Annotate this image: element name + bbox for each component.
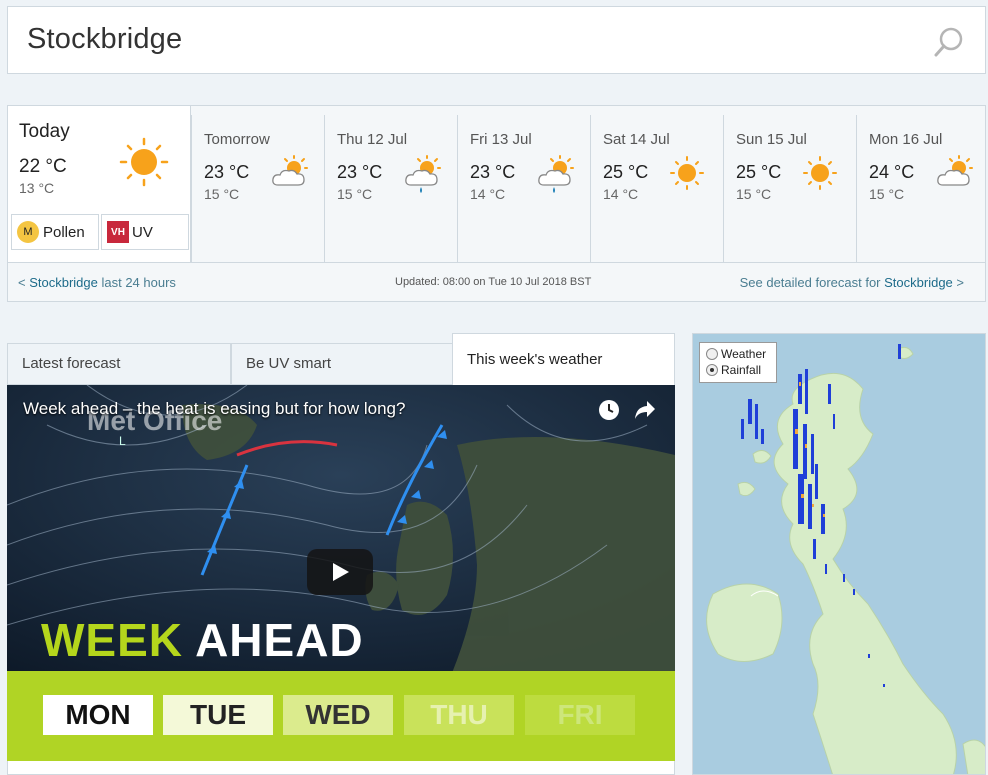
sun-icon <box>119 137 169 187</box>
pollen-chip[interactable]: M Pollen <box>11 214 99 250</box>
map-option-weather[interactable]: Weather <box>706 346 776 362</box>
sun-cloud-rain-icon <box>405 155 441 193</box>
day-card[interactable]: Mon 16 Jul 24 °C 15 °C <box>856 115 985 262</box>
weekday-box: THU <box>404 695 514 735</box>
week-ahead-banner: WEEK AHEAD <box>41 613 364 667</box>
link-prefix: See detailed forecast for <box>739 275 885 290</box>
content-tabs: Latest forecast Be UV smart This week's … <box>7 333 675 386</box>
day-low-temp: 14 °C <box>603 186 639 202</box>
link-place: Stockbridge <box>884 275 953 290</box>
day-name: Thu 12 Jul <box>337 131 408 148</box>
weather-option-label: Weather <box>721 347 767 361</box>
day-name: Tomorrow <box>204 131 270 148</box>
location-search-box[interactable]: Stockbridge <box>7 6 986 74</box>
sun-cloud-rain-icon <box>538 155 574 193</box>
day-low-temp: 15 °C <box>204 186 240 202</box>
link-prefix: < <box>18 275 30 290</box>
play-button[interactable] <box>307 549 373 595</box>
today-high-temp: 22 °C <box>19 156 67 177</box>
today-low-temp: 13 °C <box>19 180 55 196</box>
banner-word-ahead: AHEAD <box>195 614 364 666</box>
tab-be-uv-smart[interactable]: Be UV smart <box>231 343 453 385</box>
weather-radio[interactable] <box>706 348 718 360</box>
uv-level-badge: VH <box>107 221 129 243</box>
uk-map <box>706 344 985 774</box>
day-name: Fri 13 Jul <box>470 131 532 148</box>
sun-icon <box>803 156 837 190</box>
weekday-bar: MON TUE WED THU FRI <box>7 671 675 761</box>
day-card[interactable]: Thu 12 Jul 23 °C 15 °C <box>324 115 457 262</box>
link-suffix: last 24 hours <box>97 275 176 290</box>
tab-this-weeks-weather[interactable]: This week's weather <box>452 333 675 386</box>
day-high-temp: 23 °C <box>337 162 383 182</box>
uv-label: UV <box>132 223 153 241</box>
video-title[interactable]: Week ahead – the heat is easing but for … <box>23 399 405 419</box>
day-low-temp: 14 °C <box>470 186 506 202</box>
forecast-strip: Today 22 °C 13 °C M Pollen VH UV Tomorro… <box>7 105 986 302</box>
day-high-temp: 23 °C <box>470 162 516 182</box>
map-option-rainfall[interactable]: Rainfall <box>706 362 776 378</box>
day-card[interactable]: Fri 13 Jul 23 °C 14 °C <box>457 115 590 262</box>
day-card[interactable]: Sun 15 Jul 25 °C 15 °C <box>723 115 856 262</box>
day-high-temp: 24 °C <box>869 162 915 182</box>
today-title: Today <box>19 121 70 142</box>
search-icon[interactable] <box>933 26 965 58</box>
play-icon <box>333 563 349 581</box>
detailed-forecast-link[interactable]: See detailed forecast for Stockbridge > <box>740 275 964 290</box>
watch-later-icon[interactable] <box>598 399 620 421</box>
day-name: Mon 16 Jul <box>869 131 943 148</box>
day-low-temp: 15 °C <box>869 186 905 202</box>
day-high-temp: 23 °C <box>204 162 250 182</box>
sun-cloud-icon <box>937 155 973 186</box>
search-input[interactable]: Stockbridge <box>27 23 182 56</box>
sun-cloud-icon <box>272 155 308 186</box>
rainfall-radio[interactable] <box>706 364 718 376</box>
uv-chip[interactable]: VH UV <box>101 214 189 250</box>
rainfall-map[interactable]: Weather Rainfall <box>692 333 986 775</box>
tab-latest-forecast[interactable]: Latest forecast <box>7 343 231 385</box>
day-low-temp: 15 °C <box>337 186 373 202</box>
day-low-temp: 15 °C <box>736 186 772 202</box>
last-24-hours-link[interactable]: < Stockbridge last 24 hours <box>18 275 176 290</box>
rainfall-option-label: Rainfall <box>721 363 762 377</box>
share-icon[interactable] <box>633 399 657 421</box>
day-card[interactable]: Sat 14 Jul 25 °C 14 °C <box>590 115 723 262</box>
updated-timestamp: Updated: 08:00 on Tue 10 Jul 2018 BST <box>395 276 592 288</box>
pollen-label: Pollen <box>43 223 85 241</box>
weekday-box: FRI <box>525 695 635 735</box>
pollen-level-badge: M <box>17 221 39 243</box>
sun-icon <box>670 156 704 190</box>
video-footer <box>7 761 675 775</box>
day-name: Sat 14 Jul <box>603 131 670 148</box>
weekday-box: MON <box>43 695 153 735</box>
banner-word-week: WEEK <box>41 614 183 666</box>
weekday-box: WED <box>283 695 393 735</box>
map-layer-selector: Weather Rainfall <box>699 342 777 383</box>
link-place: Stockbridge <box>29 275 98 290</box>
today-card[interactable]: Today 22 °C 13 °C M Pollen VH UV <box>7 105 191 262</box>
weekday-box: TUE <box>163 695 273 735</box>
day-high-temp: 25 °C <box>603 162 649 182</box>
day-high-temp: 25 °C <box>736 162 782 182</box>
day-card[interactable]: Tomorrow 23 °C 15 °C <box>191 115 324 262</box>
link-suffix: > <box>952 275 964 290</box>
forecast-footer: < Stockbridge last 24 hours Updated: 08:… <box>8 262 985 301</box>
day-name: Sun 15 Jul <box>736 131 807 148</box>
video-player[interactable]: L Met Office Week ahead – the heat is ea… <box>7 385 675 761</box>
